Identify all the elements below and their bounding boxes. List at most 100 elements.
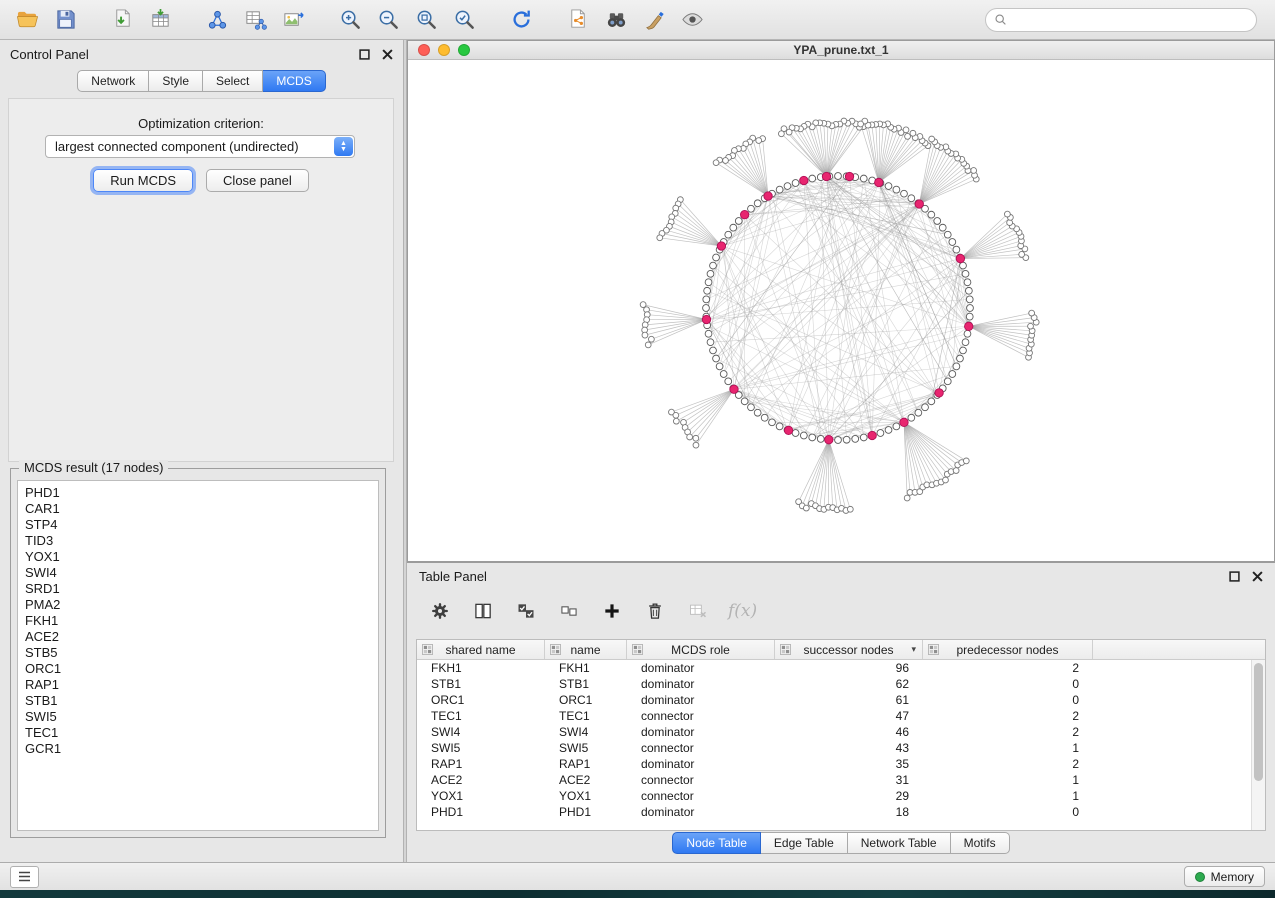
tab-style[interactable]: Style — [149, 70, 203, 92]
import-network-icon — [111, 8, 134, 31]
show-hide-graphics-button[interactable] — [675, 4, 710, 36]
mcds-list-item[interactable]: TEC1 — [25, 725, 378, 741]
panel-menu-button[interactable] — [10, 866, 39, 888]
mcds-list-item[interactable]: YOX1 — [25, 549, 378, 565]
table-cell: STB1 — [417, 677, 545, 691]
zoom-in-button[interactable] — [333, 4, 368, 36]
table-row[interactable]: PHD1PHD1dominator180 — [417, 804, 1265, 820]
close-table-panel-button[interactable] — [1251, 570, 1263, 582]
open-session-button[interactable] — [10, 4, 45, 36]
mcds-list-item[interactable]: PMA2 — [25, 597, 378, 613]
image-export-icon — [282, 8, 305, 31]
table-delete-icon — [688, 601, 708, 621]
table-row[interactable]: TEC1TEC1connector472 — [417, 708, 1265, 724]
dropdown-stepper[interactable]: ▲▼ — [334, 137, 353, 156]
column-header-shared-name[interactable]: shared name — [417, 640, 545, 659]
mcds-list-item[interactable]: GCR1 — [25, 741, 378, 757]
import-network-file-button[interactable] — [105, 4, 140, 36]
mcds-result-list[interactable]: PHD1CAR1STP4TID3YOX1SWI4SRD1PMA2FKH1ACE2… — [17, 480, 379, 831]
show-columns-button[interactable] — [470, 598, 496, 624]
column-header-successor-nodes[interactable]: successor nodes▾ — [775, 640, 923, 659]
minimize-window-light[interactable] — [438, 44, 450, 56]
table-panel: Table Panel — [407, 562, 1275, 862]
zoom-selected-icon — [453, 8, 476, 31]
new-network-button[interactable] — [200, 4, 235, 36]
status-bar: Memory — [0, 862, 1275, 890]
tab-motifs[interactable]: Motifs — [951, 832, 1010, 854]
float-table-panel-button[interactable] — [1228, 570, 1240, 582]
zoom-fit-button[interactable] — [409, 4, 444, 36]
close-window-light[interactable] — [418, 44, 430, 56]
export-image-button[interactable] — [276, 4, 311, 36]
mcds-list-item[interactable]: STB5 — [25, 645, 378, 661]
table-settings-button[interactable] — [427, 598, 453, 624]
tab-network-table[interactable]: Network Table — [848, 832, 951, 854]
mcds-list-item[interactable]: ACE2 — [25, 629, 378, 645]
attribute-type-icon — [422, 644, 433, 655]
network-canvas[interactable] — [408, 60, 1274, 562]
table-scrollbar[interactable] — [1251, 660, 1265, 830]
zoom-selected-button[interactable] — [447, 4, 482, 36]
spinner-down-icon: ▼ — [340, 147, 347, 153]
search-field[interactable] — [985, 8, 1257, 32]
mcds-list-item[interactable]: SWI4 — [25, 565, 378, 581]
table-row[interactable]: STB1STB1dominator620 — [417, 676, 1265, 692]
table-cell: PHD1 — [545, 805, 627, 819]
mcds-list-item[interactable]: PHD1 — [25, 485, 378, 501]
criterion-dropdown-value: largest connected component (undirected) — [46, 139, 334, 154]
refresh-view-button[interactable] — [504, 4, 539, 36]
add-row-button[interactable] — [599, 598, 625, 624]
tab-mcds[interactable]: MCDS — [263, 70, 325, 92]
table-row[interactable]: YOX1YOX1connector291 — [417, 788, 1265, 804]
apply-style-button[interactable] — [637, 4, 672, 36]
column-header-predecessor-nodes[interactable]: predecessor nodes — [923, 640, 1093, 659]
table-cell: connector — [627, 773, 775, 787]
select-all-rows-button[interactable] — [513, 598, 539, 624]
column-label: name — [570, 643, 600, 657]
table-row[interactable]: ORC1ORC1dominator610 — [417, 692, 1265, 708]
mcds-list-item[interactable]: TID3 — [25, 533, 378, 549]
tab-select[interactable]: Select — [203, 70, 263, 92]
close-panel-action-button[interactable]: Close panel — [206, 169, 309, 192]
mcds-list-item[interactable]: SWI5 — [25, 709, 378, 725]
table-row[interactable]: FKH1FKH1dominator962 — [417, 660, 1265, 676]
mcds-list-item[interactable]: SRD1 — [25, 581, 378, 597]
mcds-list-item[interactable]: STP4 — [25, 517, 378, 533]
criterion-dropdown[interactable]: largest connected component (undirected)… — [45, 135, 355, 158]
table-row[interactable]: ACE2ACE2connector311 — [417, 772, 1265, 788]
table-body: FKH1FKH1dominator962STB1STB1dominator620… — [417, 660, 1265, 820]
new-table-button[interactable] — [238, 4, 273, 36]
float-panel-button[interactable] — [358, 48, 370, 60]
close-panel-button[interactable] — [381, 48, 393, 60]
deselect-all-rows-button[interactable] — [556, 598, 582, 624]
run-mcds-button[interactable]: Run MCDS — [93, 169, 193, 192]
table-cell: 47 — [775, 709, 923, 723]
save-session-button[interactable] — [48, 4, 83, 36]
column-header-mcds-role[interactable]: MCDS role — [627, 640, 775, 659]
mcds-list-item[interactable]: FKH1 — [25, 613, 378, 629]
network-view-window: YPA_prune.txt_1 — [407, 40, 1275, 562]
zoom-out-button[interactable] — [371, 4, 406, 36]
delete-row-button[interactable] — [642, 598, 668, 624]
network-view-titlebar[interactable]: YPA_prune.txt_1 — [408, 41, 1274, 60]
network-from-selection-button[interactable] — [561, 4, 596, 36]
memory-button[interactable]: Memory — [1184, 866, 1265, 887]
tab-edge-table[interactable]: Edge Table — [761, 832, 848, 854]
tab-node-table[interactable]: Node Table — [672, 832, 761, 854]
find-button[interactable] — [599, 4, 634, 36]
search-input[interactable] — [1012, 12, 1248, 28]
float-icon — [1229, 571, 1240, 582]
mcds-list-item[interactable]: STB1 — [25, 693, 378, 709]
table-row[interactable]: SWI5SWI5connector431 — [417, 740, 1265, 756]
scrollbar-thumb[interactable] — [1254, 663, 1263, 781]
tab-network[interactable]: Network — [77, 70, 149, 92]
table-row[interactable]: RAP1RAP1dominator352 — [417, 756, 1265, 772]
sort-indicator-icon: ▾ — [911, 644, 916, 655]
table-row[interactable]: SWI4SWI4dominator462 — [417, 724, 1265, 740]
mcds-list-item[interactable]: ORC1 — [25, 661, 378, 677]
maximize-window-light[interactable] — [458, 44, 470, 56]
import-table-file-button[interactable] — [143, 4, 178, 36]
column-header-name[interactable]: name — [545, 640, 627, 659]
mcds-list-item[interactable]: CAR1 — [25, 501, 378, 517]
mcds-list-item[interactable]: RAP1 — [25, 677, 378, 693]
